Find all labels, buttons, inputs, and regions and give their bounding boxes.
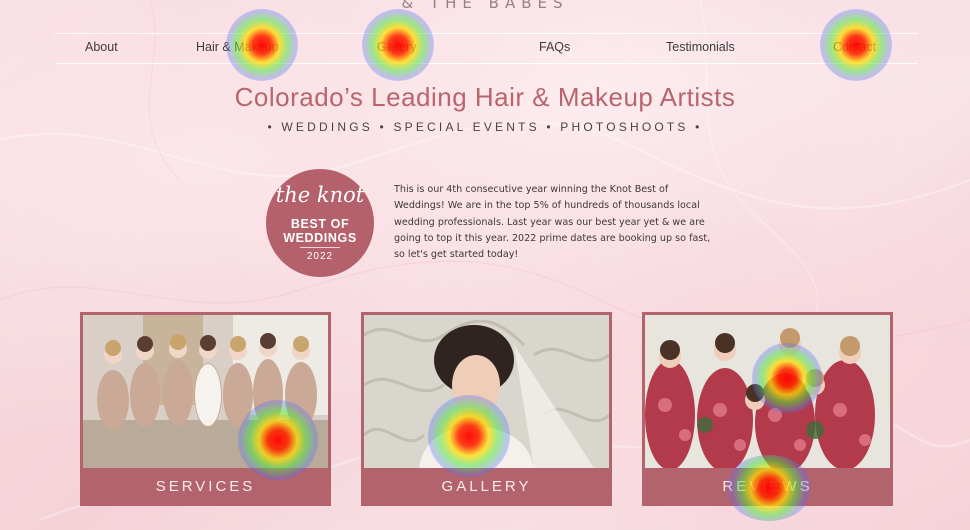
nav-link-gallery[interactable]: Gallery [377, 40, 417, 54]
badge-divider [300, 247, 340, 248]
badge-line-1: BEST OF [290, 217, 350, 231]
bride-portrait-photo [364, 315, 609, 468]
reviews-label: REVIEWS [722, 478, 813, 495]
badge-script: the knot [275, 183, 365, 207]
page-headline: Colorado’s Leading Hair & Makeup Artists [234, 82, 736, 112]
gallery-card[interactable]: GALLERY [361, 312, 612, 506]
nav-link-hair-makeup[interactable]: Hair & Makeup [196, 40, 279, 54]
services-card[interactable]: SERVICES [80, 312, 331, 506]
bridesmaids-robes-photo [645, 315, 890, 468]
badge-line-2: WEDDINGS [283, 231, 357, 245]
bridal-party-photo [83, 315, 328, 468]
reviews-card[interactable]: REVIEWS [642, 312, 893, 506]
nav-link-contact[interactable]: Contact [833, 40, 876, 54]
the-knot-award-badge: the knot BEST OF WEDDINGS 2022 [266, 169, 374, 277]
nav-link-testimonials[interactable]: Testimonials [666, 40, 735, 54]
nav-link-about[interactable]: About [85, 40, 118, 54]
brand-logo-text: & THE BABES [401, 0, 569, 12]
badge-year: 2022 [306, 251, 334, 262]
services-label: SERVICES [155, 478, 256, 495]
nav-divider-bottom [55, 63, 918, 64]
services-tagline: • WEDDINGS • SPECIAL EVENTS • PHOTOSHOOT… [267, 120, 703, 134]
gallery-label: GALLERY [441, 478, 532, 495]
nav-link-faqs[interactable]: FAQs [539, 40, 570, 54]
main-navigation: About Hair & Makeup Gallery FAQs Testimo… [55, 33, 918, 63]
award-description: This is our 4th consecutive year winning… [394, 184, 711, 261]
